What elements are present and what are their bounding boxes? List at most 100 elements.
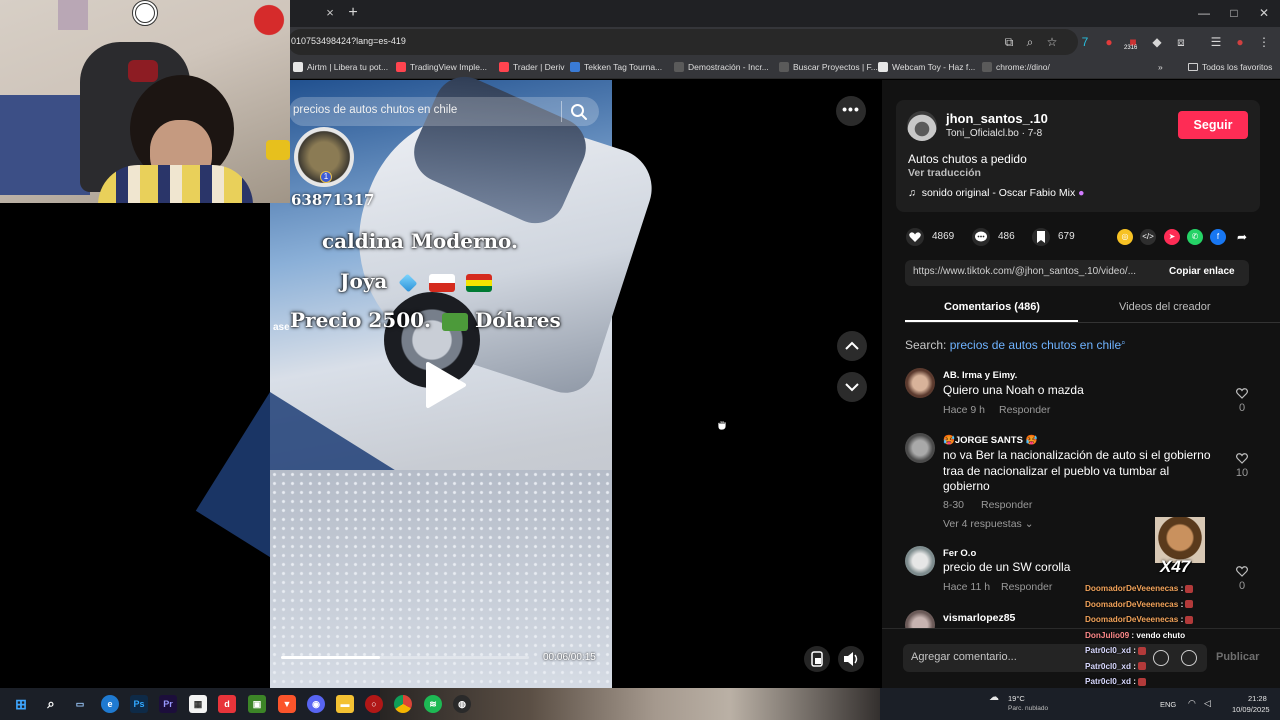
reply-button[interactable]: Responder [999, 404, 1050, 416]
comment-avatar[interactable] [905, 433, 935, 463]
chrome-icon[interactable] [394, 695, 412, 713]
previous-video-button[interactable] [837, 331, 867, 361]
comment-avatar[interactable] [905, 546, 935, 576]
premiere-icon[interactable]: Pr [159, 695, 177, 713]
bookmark-item[interactable]: Demostración - Incr... [674, 60, 769, 74]
tab-creator-videos[interactable]: Videos del creador [1119, 301, 1211, 313]
play-icon[interactable] [422, 360, 468, 410]
speaker-icon[interactable]: ◁ [1204, 698, 1211, 709]
creator-username[interactable]: jhon_santos_.10 [946, 111, 1048, 126]
see-translation-link[interactable]: Ver traducción [908, 167, 981, 179]
tab-comments[interactable]: Comentarios (486) [944, 301, 1040, 313]
file-explorer-icon[interactable]: ▬ [336, 695, 354, 713]
music-info[interactable]: ♫ sonido original - Oscar Fabio Mix ● [908, 187, 1084, 199]
whatsapp-icon[interactable]: ✆ [1187, 229, 1203, 245]
tab-search-icon[interactable]: ☰ [1208, 34, 1224, 50]
maximize-button[interactable]: □ [1224, 4, 1244, 22]
task-view-icon[interactable]: ▭ [71, 695, 89, 713]
view-replies-button[interactable]: Ver 4 respuestas ⌄ [943, 518, 1034, 530]
diamond-extension-icon[interactable]: ◆ [1149, 34, 1165, 50]
share-link-url[interactable]: https://www.tiktok.com/@jhon_santos_.10/… [913, 266, 1136, 277]
bookmark-item[interactable]: Tekken Tag Tourna... [570, 60, 662, 74]
red-extension-icon[interactable]: ● [1101, 34, 1117, 50]
comment-username[interactable]: Fer O.o [943, 548, 976, 559]
store-icon[interactable]: ▦ [189, 695, 207, 713]
publish-button[interactable]: Publicar [1216, 651, 1259, 663]
edge-icon[interactable]: e [101, 695, 119, 713]
minimize-button[interactable]: — [1194, 4, 1214, 22]
deriv-app-icon[interactable]: d [218, 695, 236, 713]
share-arrow-icon[interactable]: ➦ [1234, 229, 1250, 245]
saves-count: 679 [1058, 231, 1075, 242]
windows-start-icon[interactable]: ⊞ [12, 695, 30, 713]
comment-username[interactable]: 🥵JORGE SANTS 🥵 [943, 435, 1037, 446]
comment-like-icon[interactable] [1235, 451, 1249, 465]
send-to-friends-icon[interactable]: ➤ [1164, 229, 1180, 245]
comment-button[interactable] [972, 228, 990, 246]
bookmark-item[interactable]: Buscar Proyectos | F... [779, 60, 878, 74]
obs-icon[interactable]: ◍ [453, 695, 471, 713]
tab-close-button[interactable]: × [323, 6, 337, 20]
reply-button[interactable]: Responder [1001, 581, 1052, 593]
bookmark-star-icon[interactable]: ☆ [1044, 34, 1060, 50]
comment-like-icon[interactable] [1235, 564, 1249, 578]
browser-menu-icon[interactable]: ⋮ [1256, 34, 1272, 50]
chat-text: : [1180, 599, 1184, 609]
clock-time[interactable]: 21:28 [1248, 694, 1267, 703]
taskbar-search-icon[interactable]: ⌕ [42, 695, 60, 713]
bookmark-item[interactable]: Trader | Deriv [499, 60, 565, 74]
bookmark-item[interactable]: TradingView Imple... [396, 60, 487, 74]
search-icon[interactable] [569, 102, 589, 122]
follow-button[interactable]: Seguir [1178, 111, 1248, 139]
comment-like-icon[interactable] [1235, 386, 1249, 400]
comment-username[interactable]: vismarlopez85 [943, 612, 1015, 624]
profile-avatar-icon[interactable]: ● [1232, 34, 1248, 50]
bookmark-item[interactable]: Webcam Toy - Haz f... [878, 60, 975, 74]
extensions-puzzle-icon[interactable]: ⧈ [1173, 34, 1189, 50]
comment-avatar[interactable] [905, 368, 935, 398]
volume-button[interactable] [838, 646, 864, 672]
search-suggestion-link[interactable]: precios de autos chutos en chile [950, 338, 1121, 352]
address-bar-url[interactable]: 010753498424?lang=es-419 [291, 36, 406, 46]
creator-avatar[interactable] [907, 111, 937, 141]
comment-input-placeholder[interactable]: Agregar comentario... [911, 651, 1017, 663]
facebook-icon[interactable]: f [1210, 229, 1226, 245]
embed-code-icon[interactable]: </> [1140, 229, 1156, 245]
reply-button[interactable]: Responder [981, 499, 1032, 511]
video-search-text[interactable]: precios de autos chutos en chile [293, 104, 457, 116]
wifi-icon[interactable]: ◠ [1188, 698, 1196, 709]
all-favorites-folder[interactable]: Todos los favoritos [1188, 60, 1272, 74]
chat-message: DonJulio09 : vendo chuto [1085, 631, 1185, 640]
bookmark-item[interactable]: chrome://dino/ [982, 60, 1050, 74]
floating-player-button[interactable] [804, 646, 830, 672]
copy-link-button[interactable]: Copiar enlace [1169, 266, 1235, 277]
brave-icon[interactable]: ▼ [278, 695, 296, 713]
bookmark-item[interactable]: Airtm | Libera tu pot... [293, 60, 388, 74]
input-language[interactable]: ENG [1160, 700, 1176, 709]
install-app-icon[interactable]: ⧉ [1001, 34, 1017, 50]
more-options-button[interactable]: ••• [836, 96, 866, 126]
minecraft-icon[interactable]: ▣ [248, 695, 266, 713]
photoshop-icon[interactable]: Ps [130, 695, 148, 713]
comment-username[interactable]: AB. Irma y Eimy. [943, 370, 1017, 381]
red-app-icon[interactable]: ○ [365, 695, 383, 713]
repost-icon[interactable]: ◎ [1117, 229, 1133, 245]
video-progress-bar[interactable] [281, 656, 529, 659]
zoom-icon[interactable]: ⌕ [1022, 34, 1038, 50]
like-button[interactable] [906, 228, 924, 246]
search-suggestion[interactable]: Search: precios de autos chutos en chile… [905, 338, 1126, 352]
bookmarks-overflow[interactable]: » [1158, 60, 1163, 74]
weather-temp[interactable]: 19°C [1008, 694, 1025, 703]
weather-icon[interactable]: ☁ [989, 692, 999, 703]
clock-date[interactable]: 10/09/2025 [1232, 705, 1270, 714]
close-window-button[interactable]: ✕ [1254, 4, 1274, 22]
save-button[interactable] [1032, 228, 1050, 246]
emoji-icon[interactable] [1181, 650, 1197, 666]
mention-icon[interactable] [1153, 650, 1169, 666]
new-tab-button[interactable]: + [345, 5, 361, 21]
spotify-icon[interactable]: ≋ [424, 695, 442, 713]
address-bar[interactable] [288, 29, 1078, 55]
discord-icon[interactable]: ◉ [307, 695, 325, 713]
next-video-button[interactable] [837, 372, 867, 402]
tradingview-extension-icon[interactable]: 7 [1077, 34, 1093, 50]
